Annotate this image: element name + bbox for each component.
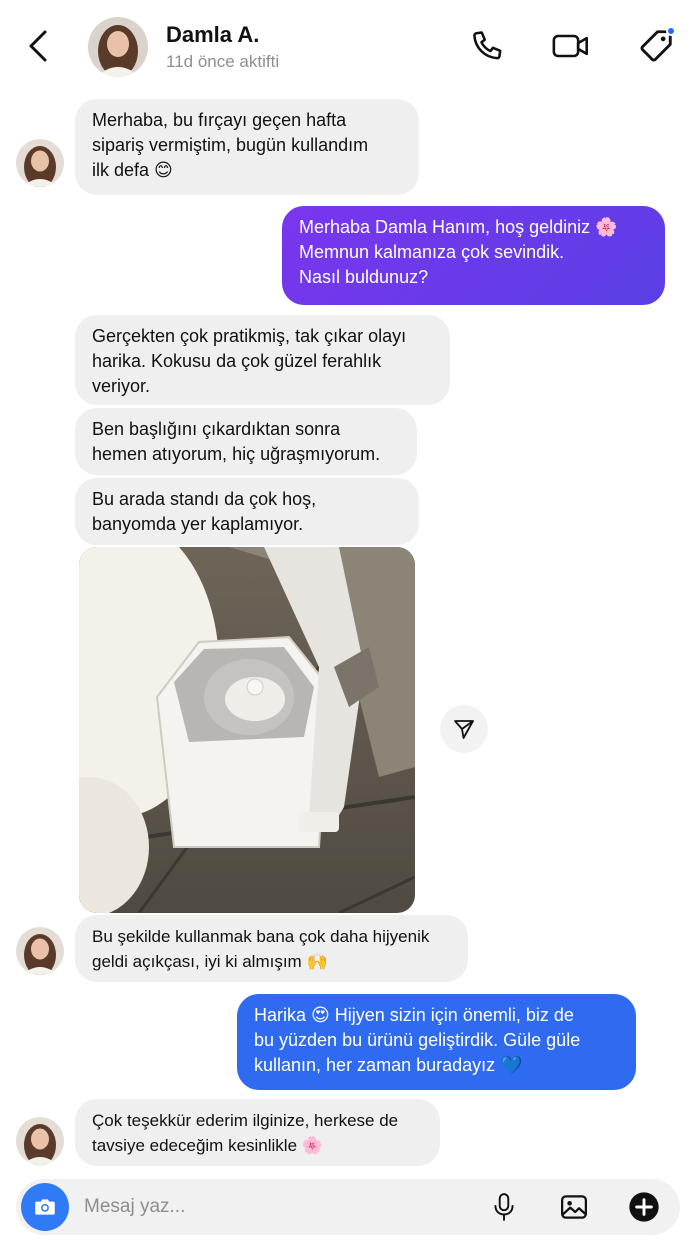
voice-call-button[interactable] xyxy=(467,26,507,66)
contact-name[interactable]: Damla A. xyxy=(166,22,259,48)
contact-avatar-small[interactable] xyxy=(16,1117,64,1165)
message-incoming[interactable]: Gerçekten çok pratikmiş, tak çıkar olayı… xyxy=(75,315,450,405)
image-icon xyxy=(561,1195,587,1219)
contact-status: 11d önce aktifti xyxy=(166,52,280,71)
microphone-icon xyxy=(494,1193,514,1221)
video-camera-icon xyxy=(552,34,588,58)
notification-dot xyxy=(666,26,676,36)
video-call-button[interactable] xyxy=(551,26,591,66)
camera-button[interactable] xyxy=(21,1183,69,1231)
message-incoming[interactable]: Ben başlığını çıkardıktan sonra hemen at… xyxy=(75,408,417,475)
tag-button[interactable] xyxy=(636,26,676,66)
message-outgoing[interactable]: Harika 😍 Hijyen sizin için önemli, biz d… xyxy=(237,994,636,1090)
gallery-button[interactable] xyxy=(556,1189,592,1225)
message-photo[interactable] xyxy=(79,547,415,913)
chevron-left-icon xyxy=(29,30,47,62)
phone-icon xyxy=(473,31,502,60)
message-incoming[interactable]: Merhaba, bu fırçayı geçen hafta sipariş … xyxy=(75,99,419,195)
message-incoming[interactable]: Bu arada standı da çok hoş, banyomda yer… xyxy=(75,478,419,545)
chat-header: Damla A. 11d önce aktifti xyxy=(0,0,700,92)
contact-avatar-small[interactable] xyxy=(16,927,64,975)
add-button[interactable] xyxy=(626,1189,662,1225)
message-incoming[interactable]: Bu şekilde kullanmak bana çok daha hijye… xyxy=(75,915,468,982)
send-icon xyxy=(454,720,474,739)
camera-icon xyxy=(35,1199,55,1215)
message-outgoing[interactable]: Merhaba Damla Hanım, hoş geldiniz 🌸 Memn… xyxy=(282,206,665,305)
message-input[interactable] xyxy=(84,1193,464,1221)
microphone-button[interactable] xyxy=(486,1189,522,1225)
share-button[interactable] xyxy=(440,705,488,753)
message-composer xyxy=(16,1179,680,1235)
message-incoming[interactable]: Çok teşekkür ederim ilginize, herkese de… xyxy=(75,1099,440,1166)
plus-circle-icon xyxy=(629,1192,659,1222)
contact-avatar[interactable] xyxy=(88,17,148,77)
contact-avatar-small[interactable] xyxy=(16,139,64,187)
back-button[interactable] xyxy=(22,28,54,64)
toilet-brush-photo xyxy=(79,547,415,913)
